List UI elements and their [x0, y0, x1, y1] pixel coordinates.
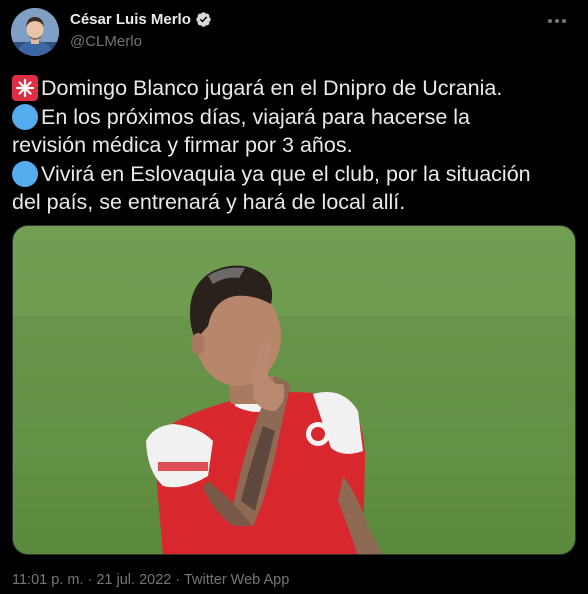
more-dot-icon [555, 19, 559, 23]
tweet-line-text: Domingo Blanco jugará en el Dnipro de Uc… [41, 76, 503, 100]
author-avatar[interactable] [11, 8, 59, 56]
author-display-name[interactable]: César Luis Merlo [70, 11, 191, 28]
tweet-timestamp[interactable]: 11:01 p. m. · 21 jul. 2022 · Twitter Web… [12, 572, 289, 588]
tweet-line: Vivirá en Eslovaquia ya que el club, por… [12, 160, 578, 189]
more-options-button[interactable] [546, 10, 568, 32]
photo-football-player-icon [13, 226, 575, 554]
tweet-line: del país, se entrenará y hará de local a… [12, 188, 578, 217]
tweet-line: En los próximos días, viajará para hacer… [12, 103, 578, 132]
police-siren-icon [12, 75, 38, 102]
tweet-line: revisión médica y firmar por 3 años. [12, 131, 578, 160]
tweet-line-text: revisión médica y firmar por 3 años. [12, 133, 353, 157]
more-dot-icon [548, 19, 552, 23]
tweet-line-text: En los próximos días, viajará para hacer… [41, 104, 471, 129]
tweet-line-text: del país, se entrenará y hará de local a… [12, 190, 406, 214]
author-handle[interactable]: @CLMerlo [70, 33, 142, 50]
tweet-line: Domingo Blanco jugará en el Dnipro de Uc… [12, 74, 578, 103]
blue-circle-icon [12, 103, 38, 130]
tweet-card: César Luis Merlo @CLMerlo Domingo Blanco… [0, 0, 588, 594]
tweet-line-text: Vivirá en Eslovaquia ya que el club, por… [41, 161, 531, 186]
more-dot-icon [562, 19, 566, 23]
tweet-text: Domingo Blanco jugará en el Dnipro de Uc… [12, 74, 578, 217]
tweet-photo[interactable] [12, 225, 576, 555]
verified-badge-icon [196, 12, 211, 27]
author-name-row: César Luis Merlo [70, 11, 212, 28]
blue-circle-icon [12, 160, 38, 187]
